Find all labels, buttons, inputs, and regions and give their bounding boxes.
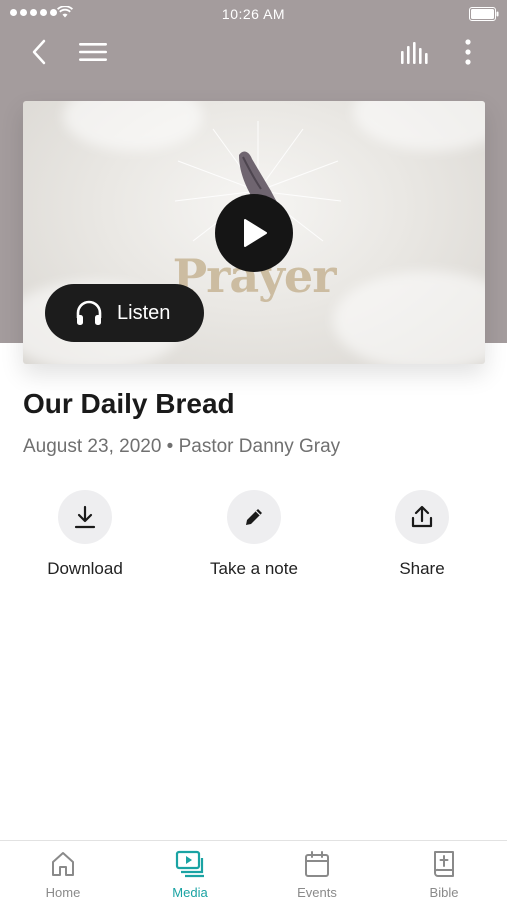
tab-events[interactable]: Events (267, 849, 367, 900)
audio-levels-button[interactable] (397, 38, 433, 68)
home-icon (52, 852, 74, 876)
listen-button[interactable]: Listen (45, 284, 204, 342)
share-button[interactable]: Share (352, 490, 492, 579)
status-bar: 10:26 AM (0, 0, 507, 28)
tab-home[interactable]: Home (13, 849, 113, 900)
sermon-title: Our Daily Bread (23, 388, 235, 419)
take-note-label: Take a note (210, 559, 298, 578)
play-button[interactable] (215, 194, 293, 272)
status-time: 10:26 AM (221, 6, 286, 22)
hamburger-icon (79, 43, 107, 61)
battery-icon (469, 7, 499, 21)
download-button[interactable]: Download (15, 490, 155, 579)
chevron-left-icon (32, 39, 46, 65)
back-button[interactable] (24, 36, 54, 68)
tab-media-label: Media (172, 885, 208, 900)
media-icon (175, 850, 204, 878)
sermon-meta: August 23, 2020 • Pastor Danny Gray (23, 436, 341, 457)
menu-button[interactable] (76, 37, 110, 67)
bible-icon (434, 851, 454, 877)
tab-media[interactable]: Media (140, 849, 240, 900)
tab-events-label: Events (297, 885, 337, 900)
share-label: Share (399, 559, 445, 578)
play-icon (244, 219, 267, 247)
bottom-tab-bar: Home Media Events Bible (0, 840, 507, 900)
more-vertical-icon (465, 39, 471, 65)
tab-home-label: Home (45, 885, 81, 900)
headphones-icon (76, 300, 102, 325)
more-options-button[interactable] (456, 36, 480, 68)
download-label: Download (47, 559, 123, 578)
tab-bible-label: Bible (429, 885, 459, 900)
share-icon (411, 505, 433, 528)
take-note-button[interactable]: Take a note (184, 490, 324, 579)
listen-label: Listen (117, 301, 171, 324)
media-artwork: Prayer Listen (23, 101, 485, 364)
download-icon (74, 505, 96, 529)
calendar-icon (305, 851, 329, 877)
equalizer-icon (401, 42, 428, 64)
tab-bible[interactable]: Bible (394, 849, 494, 900)
pencil-icon (246, 509, 262, 525)
